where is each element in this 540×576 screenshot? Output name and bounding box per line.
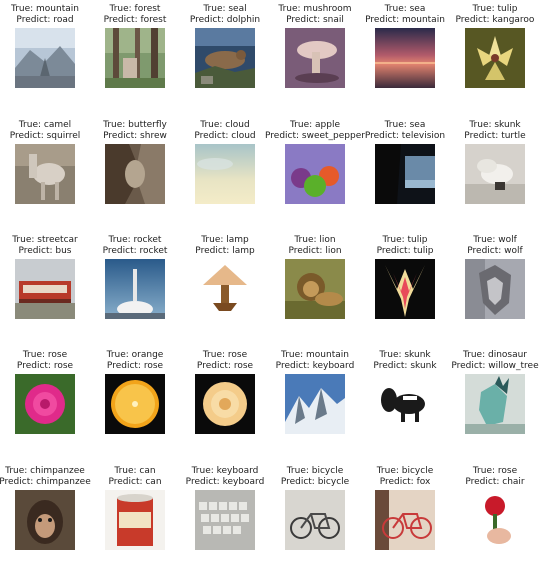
mushroom-photo <box>285 28 345 88</box>
grid-item: True: streetcar Predict: bus <box>0 235 90 345</box>
grid-item: True: mountain Predict: road <box>0 4 90 114</box>
grid-item: True: rose Predict: rose <box>0 350 90 460</box>
grid-item: True: lamp Predict: lamp <box>180 235 270 345</box>
true-label: True: dinosaur <box>462 350 528 360</box>
dinosaur-photo <box>465 374 525 434</box>
grid-item: True: cloud Predict: cloud <box>180 120 270 230</box>
chimpanzee-photo <box>15 490 75 550</box>
butterfly-photo <box>105 144 165 204</box>
wolf-photo <box>465 259 525 319</box>
predicted-label: Predict: wolf <box>467 246 523 256</box>
grid-item: True: tulip Predict: kangaroo <box>450 4 540 114</box>
true-label: True: skunk <box>469 120 521 130</box>
true-label: True: rose <box>472 466 518 476</box>
pink-rose-photo <box>15 374 75 434</box>
grid-item: True: bicycle Predict: fox <box>360 466 450 576</box>
yellow-rose-photo <box>195 374 255 434</box>
skunk-photo <box>465 144 525 204</box>
grid-item: True: bicycle Predict: bicycle <box>270 466 360 576</box>
grid-item: True: mountain Predict: keyboard <box>270 350 360 460</box>
grid-item: True: rose Predict: rose <box>180 350 270 460</box>
predicted-label: Predict: willow_tree <box>451 361 539 371</box>
prediction-grid: True: mountain Predict: road True: fores… <box>0 0 540 553</box>
rose-in-hand-photo <box>465 490 525 550</box>
grid-item: True: butterfly Predict: shrew <box>90 120 180 230</box>
grid-item: True: camel Predict: squirrel <box>0 120 90 230</box>
true-label: True: tulip <box>472 4 518 14</box>
seal-photo <box>195 28 255 88</box>
grid-item: True: seal Predict: dolphin <box>180 4 270 114</box>
tulip-closeup-photo <box>375 259 435 319</box>
cloud-photo <box>195 144 255 204</box>
red-bicycle-photo <box>375 490 435 550</box>
grid-item: True: dinosaur Predict: willow_tree <box>450 350 540 460</box>
grid-item: True: forest Predict: forest <box>90 4 180 114</box>
tulip-photo <box>465 28 525 88</box>
grid-item: True: rocket Predict: rocket <box>90 235 180 345</box>
grid-item: True: mushroom Predict: snail <box>270 4 360 114</box>
forest-photo <box>105 28 165 88</box>
grid-item: True: skunk Predict: turtle <box>450 120 540 230</box>
skunk-drawing-photo <box>375 374 435 434</box>
rocket-photo <box>105 259 165 319</box>
lamp-photo <box>195 259 255 319</box>
grid-item: True: rose Predict: chair <box>450 466 540 576</box>
mountain-road-photo <box>15 28 75 88</box>
grid-item: True: sea Predict: television <box>360 120 450 230</box>
grid-item: True: skunk Predict: skunk <box>360 350 450 460</box>
bicycle-photo <box>285 490 345 550</box>
lion-photo <box>285 259 345 319</box>
grid-item: True: chimpanzee Predict: chimpanzee <box>0 466 91 576</box>
predicted-label: Predict: chair <box>465 477 525 487</box>
grid-item: True: keyboard Predict: keyboard <box>180 466 270 576</box>
grid-item: True: tulip Predict: tulip <box>360 235 450 345</box>
sea-tree-photo <box>375 144 435 204</box>
grid-item: True: wolf Predict: wolf <box>450 235 540 345</box>
grid-item: True: sea Predict: mountain <box>360 4 450 114</box>
grid-item: True: apple Predict: sweet_pepper <box>265 120 365 230</box>
grid-item: True: can Predict: can <box>90 466 180 576</box>
camel-photo <box>15 144 75 204</box>
true-label: True: wolf <box>473 235 517 245</box>
keyboard-photo <box>195 490 255 550</box>
streetcar-photo <box>15 259 75 319</box>
sea-sunset-photo <box>375 28 435 88</box>
can-photo <box>105 490 165 550</box>
snowy-mountain-photo <box>285 374 345 434</box>
apple-photo <box>285 144 345 204</box>
grid-item: True: lion Predict: lion <box>270 235 360 345</box>
predicted-label: Predict: kangaroo <box>455 15 535 25</box>
orange-slice-photo <box>105 374 165 434</box>
predicted-label: Predict: turtle <box>464 131 526 141</box>
grid-item: True: orange Predict: rose <box>90 350 180 460</box>
